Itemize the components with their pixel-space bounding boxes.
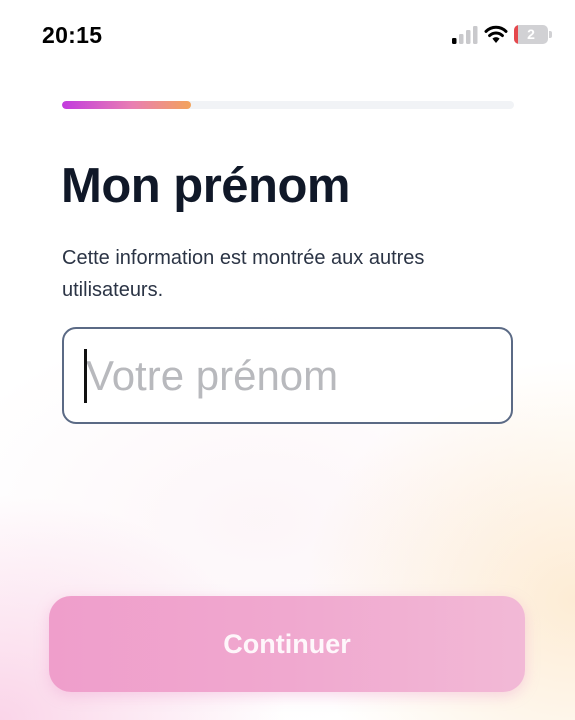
- status-bar: 20:15 2: [0, 0, 575, 70]
- battery-level: 2: [527, 26, 535, 42]
- first-name-field[interactable]: [62, 327, 513, 424]
- first-name-input[interactable]: [64, 329, 511, 422]
- wifi-icon: [484, 25, 508, 43]
- onboarding-progress-fill: [62, 101, 191, 109]
- cellular-signal-icon: [452, 26, 478, 44]
- battery-icon: 2: [514, 25, 548, 44]
- onboarding-progress-bar: [62, 101, 514, 109]
- status-time: 20:15: [42, 22, 103, 48]
- page-title: Mon prénom: [61, 159, 350, 213]
- continue-button[interactable]: Continuer: [49, 596, 525, 692]
- page-subtitle: Cette information est montrée aux autres…: [62, 247, 425, 301]
- text-cursor: [84, 349, 87, 403]
- battery-cap: [549, 31, 552, 38]
